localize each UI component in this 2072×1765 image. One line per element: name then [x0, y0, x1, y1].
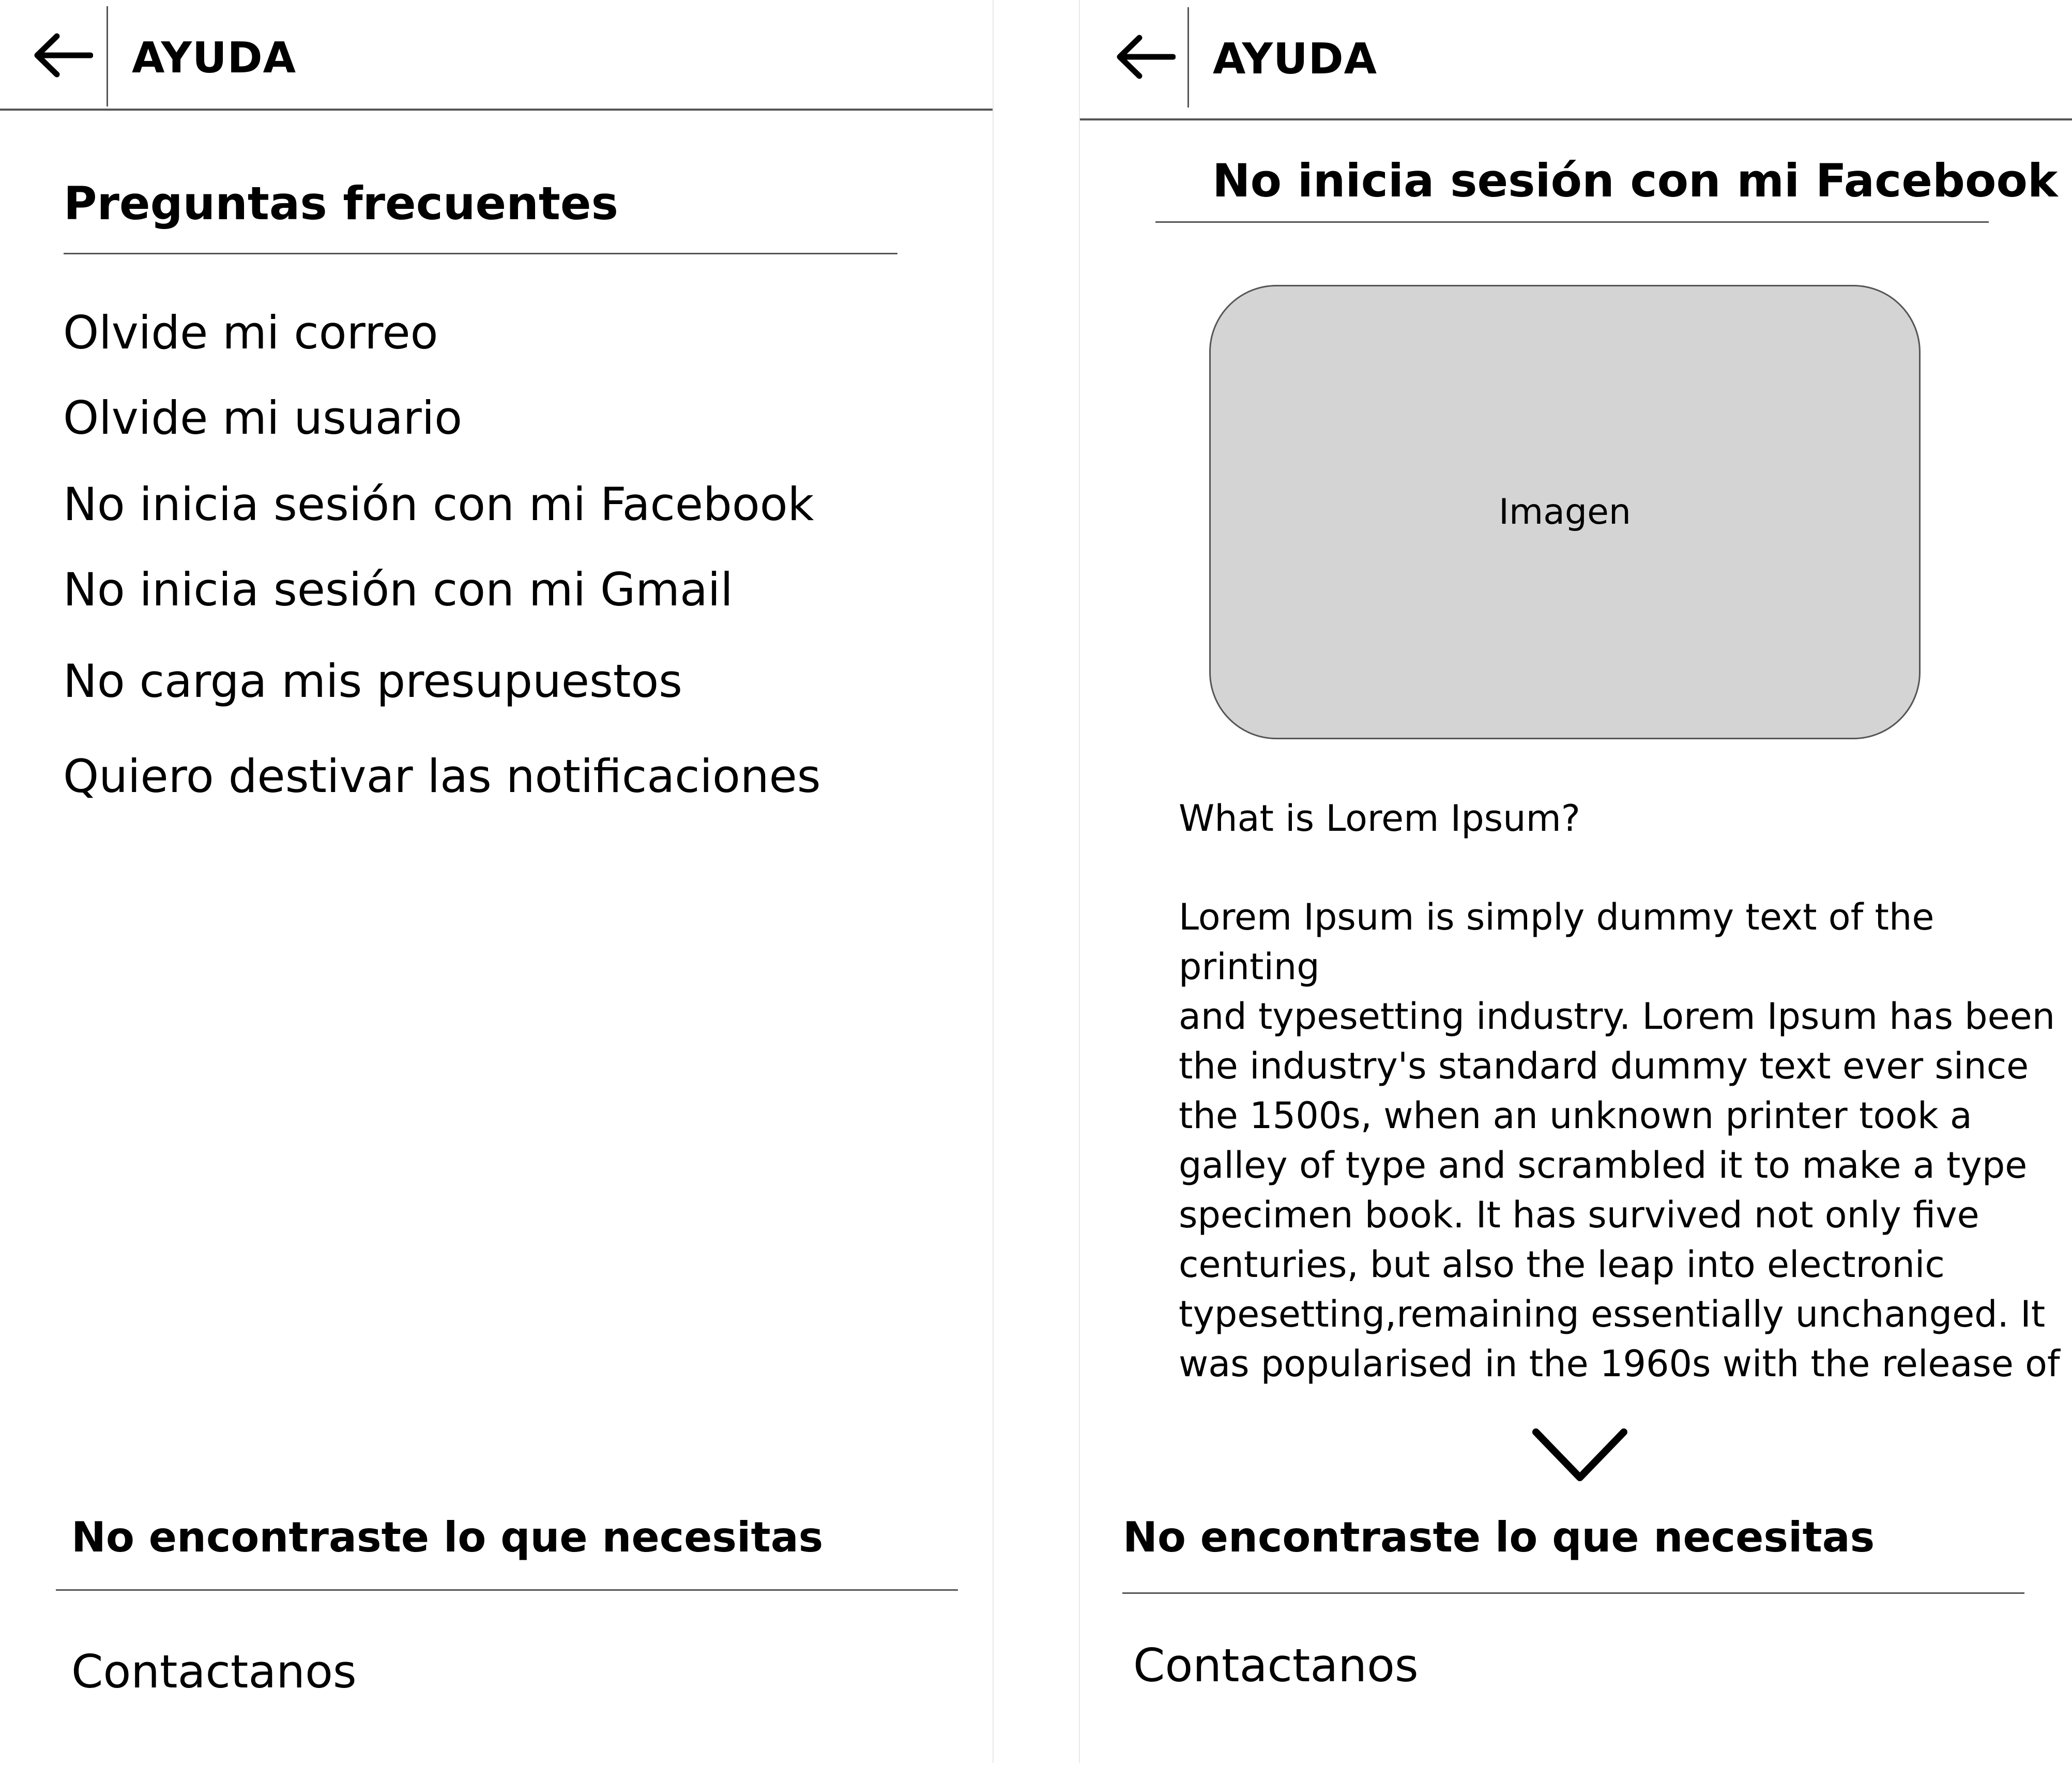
- header-separator: [106, 6, 108, 106]
- contact-link[interactable]: Contactanos: [1133, 1643, 1419, 1688]
- page-title: AYUDA: [132, 34, 297, 83]
- article-line: printing: [1179, 946, 1320, 988]
- header-separator: [1187, 7, 1189, 108]
- article-line: Lorem Ipsum is simply dummy text of the: [1179, 896, 1934, 938]
- help-footer-title: No encontraste lo que necesitas: [1123, 1513, 1875, 1561]
- article-line: centuries, but also the leap into electr…: [1179, 1243, 1945, 1286]
- back-button[interactable]: [1114, 34, 1176, 80]
- arrow-left-icon: [34, 33, 93, 78]
- arrow-left-icon: [1117, 35, 1176, 79]
- header-divider: [0, 109, 993, 111]
- article-line: typesetting,remaining essentially unchan…: [1179, 1293, 2046, 1335]
- section-divider: [64, 253, 897, 254]
- page-title: AYUDA: [1213, 35, 1378, 84]
- article-title: No inicia sesión con mi Facebook: [1212, 154, 2058, 207]
- faq-item[interactable]: Olvide mi correo: [63, 310, 438, 356]
- contact-link[interactable]: Contactanos: [71, 1649, 357, 1695]
- faq-list-screen: AYUDA Preguntas frecuentes Olvide mi cor…: [0, 0, 994, 1763]
- faq-item[interactable]: No inicia sesión con mi Gmail: [63, 567, 733, 613]
- article-line: and typesetting industry. Lorem Ipsum ha…: [1179, 995, 2055, 1038]
- expand-button[interactable]: [1531, 1427, 1629, 1484]
- article-question: What is Lorem Ipsum?: [1179, 797, 1580, 840]
- faq-item[interactable]: Quiero destivar las notificaciones: [63, 754, 821, 799]
- article-line: galley of type and scrambled it to make …: [1179, 1144, 2028, 1186]
- image-placeholder-label: Imagen: [1498, 491, 1632, 532]
- article-body: Lorem Ipsum is simply dummy text of the …: [1179, 892, 2060, 1389]
- chevron-down-icon: [1532, 1428, 1627, 1481]
- faq-item[interactable]: No inicia sesión con mi Facebook: [63, 482, 814, 527]
- footer-divider: [56, 1589, 958, 1591]
- header-divider: [1080, 118, 2072, 120]
- article-line: the 1500s, when an unknown printer took …: [1179, 1094, 1972, 1137]
- faq-item[interactable]: Olvide mi usuario: [63, 395, 462, 441]
- image-placeholder: Imagen: [1209, 285, 1921, 739]
- help-footer-title: No encontraste lo que necesitas: [71, 1513, 824, 1561]
- article-line: was popularised in the 1960s with the re…: [1179, 1343, 2060, 1385]
- article-line: the industry's standard dummy text ever …: [1179, 1045, 2029, 1087]
- footer-divider: [1122, 1592, 2024, 1594]
- article-line: specimen book. It has survived not only …: [1179, 1194, 1979, 1236]
- faq-detail-screen: AYUDA No inicia sesión con mi Facebook I…: [1079, 0, 2072, 1763]
- section-title: Preguntas frecuentes: [64, 177, 618, 230]
- faq-item[interactable]: No carga mis presupuestos: [63, 659, 682, 704]
- back-button[interactable]: [31, 32, 93, 79]
- article-title-divider: [1155, 221, 1989, 223]
